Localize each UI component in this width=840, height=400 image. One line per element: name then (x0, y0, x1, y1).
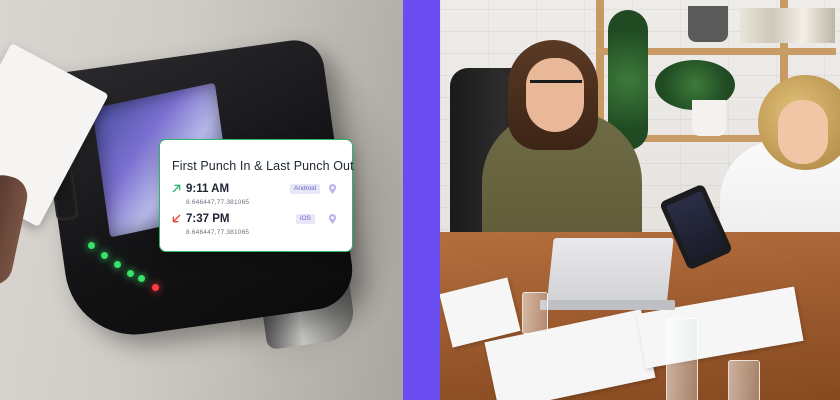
glasses (530, 80, 582, 95)
punch-card-title: First Punch In & Last Punch Out (172, 159, 354, 173)
punch-in-time: 9:11 AM (186, 183, 230, 195)
plant-pot (688, 6, 728, 42)
punch-in-coordinates: 8.646447,77.381065 (186, 199, 250, 206)
hand (0, 171, 31, 289)
status-led-icon (152, 284, 159, 291)
water-glass (728, 360, 760, 400)
laptop (546, 238, 674, 308)
arrow-up-right-icon (172, 184, 181, 193)
punch-in-row: 9:11 AM 8.646447,77.381065 Android (172, 183, 342, 214)
face (526, 58, 584, 132)
status-led-icon (88, 242, 95, 249)
platform-badge: iOS (296, 214, 315, 224)
punch-out-coordinates: 8.646447,77.381065 (186, 229, 250, 236)
plant-pot (692, 100, 726, 136)
books (740, 8, 835, 43)
punch-out-time: 7:37 PM (186, 213, 230, 225)
location-pin-icon (328, 214, 337, 224)
pen-holder (522, 292, 548, 334)
status-led-icon (101, 252, 108, 259)
water-jug (666, 318, 698, 400)
status-led-icon (127, 270, 134, 277)
accent-divider (403, 0, 440, 400)
status-led-icon (114, 261, 121, 268)
punch-out-row: 7:37 PM 8.646447,77.381065 iOS (172, 213, 342, 244)
office-meeting-photo (440, 0, 840, 400)
punch-summary-card: First Punch In & Last Punch Out 9:11 AM … (159, 139, 354, 252)
platform-badge: Android (290, 184, 321, 194)
location-pin-icon (328, 184, 337, 194)
arrow-down-left-icon (172, 214, 181, 223)
face (778, 100, 828, 164)
laptop-base (540, 300, 675, 310)
status-led-icon (138, 275, 145, 282)
